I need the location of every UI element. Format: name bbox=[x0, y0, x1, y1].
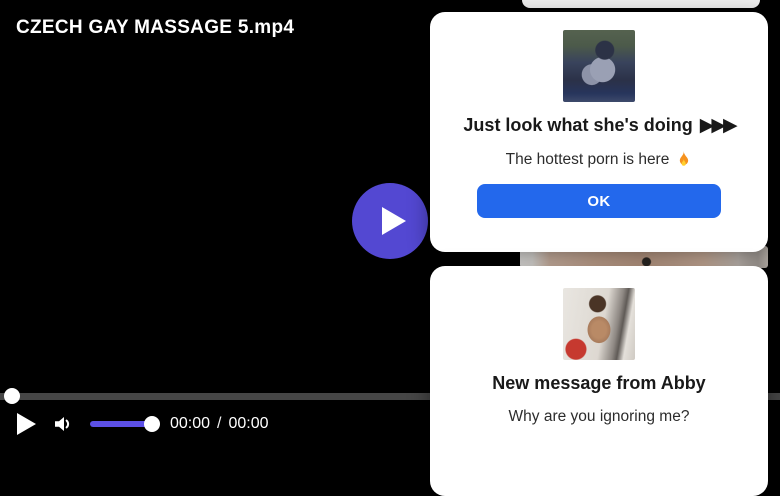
volume-button[interactable] bbox=[50, 411, 76, 437]
duration: 00:00 bbox=[229, 415, 269, 433]
ok-button[interactable]: OK bbox=[477, 184, 721, 218]
message-body-text: Why are you ignoring me? bbox=[509, 408, 690, 426]
time-separator: / bbox=[217, 415, 221, 433]
ad-popup-offer[interactable]: Just look what she's doing ▶▶▶ The hotte… bbox=[430, 12, 768, 252]
video-player-page: { "player": { "title": "CZECH GAY MASSAG… bbox=[0, 0, 780, 441]
time-display: 00:00 / 00:00 bbox=[170, 415, 269, 433]
background-card-edge bbox=[522, 0, 760, 8]
player-controls: 00:00 / 00:00 bbox=[0, 406, 430, 441]
seek-thumb[interactable] bbox=[4, 388, 20, 404]
video-title: CZECH GAY MASSAGE 5.mp4 bbox=[16, 17, 294, 39]
volume-slider[interactable] bbox=[90, 421, 152, 427]
play-icon bbox=[382, 207, 406, 235]
offer-body: The hottest porn is here bbox=[506, 150, 693, 169]
big-play-button[interactable] bbox=[352, 183, 428, 259]
triple-play-arrows-icon: ▶▶▶ bbox=[700, 116, 735, 135]
message-heading: New message from Abby bbox=[492, 373, 705, 394]
fire-icon bbox=[675, 150, 692, 169]
current-time: 00:00 bbox=[170, 415, 210, 433]
offer-thumbnail-image[interactable] bbox=[563, 30, 635, 102]
volume-thumb[interactable] bbox=[144, 416, 160, 432]
message-body: Why are you ignoring me? bbox=[509, 408, 690, 426]
offer-heading-text: Just look what she's doing bbox=[463, 115, 692, 136]
play-button[interactable] bbox=[17, 413, 36, 435]
speaker-icon bbox=[51, 412, 75, 436]
offer-body-text: The hottest porn is here bbox=[506, 151, 670, 169]
message-thumbnail-image[interactable] bbox=[563, 288, 635, 360]
offer-heading: Just look what she's doing ▶▶▶ bbox=[463, 115, 734, 136]
ad-popup-message[interactable]: New message from Abby Why are you ignori… bbox=[430, 266, 768, 496]
